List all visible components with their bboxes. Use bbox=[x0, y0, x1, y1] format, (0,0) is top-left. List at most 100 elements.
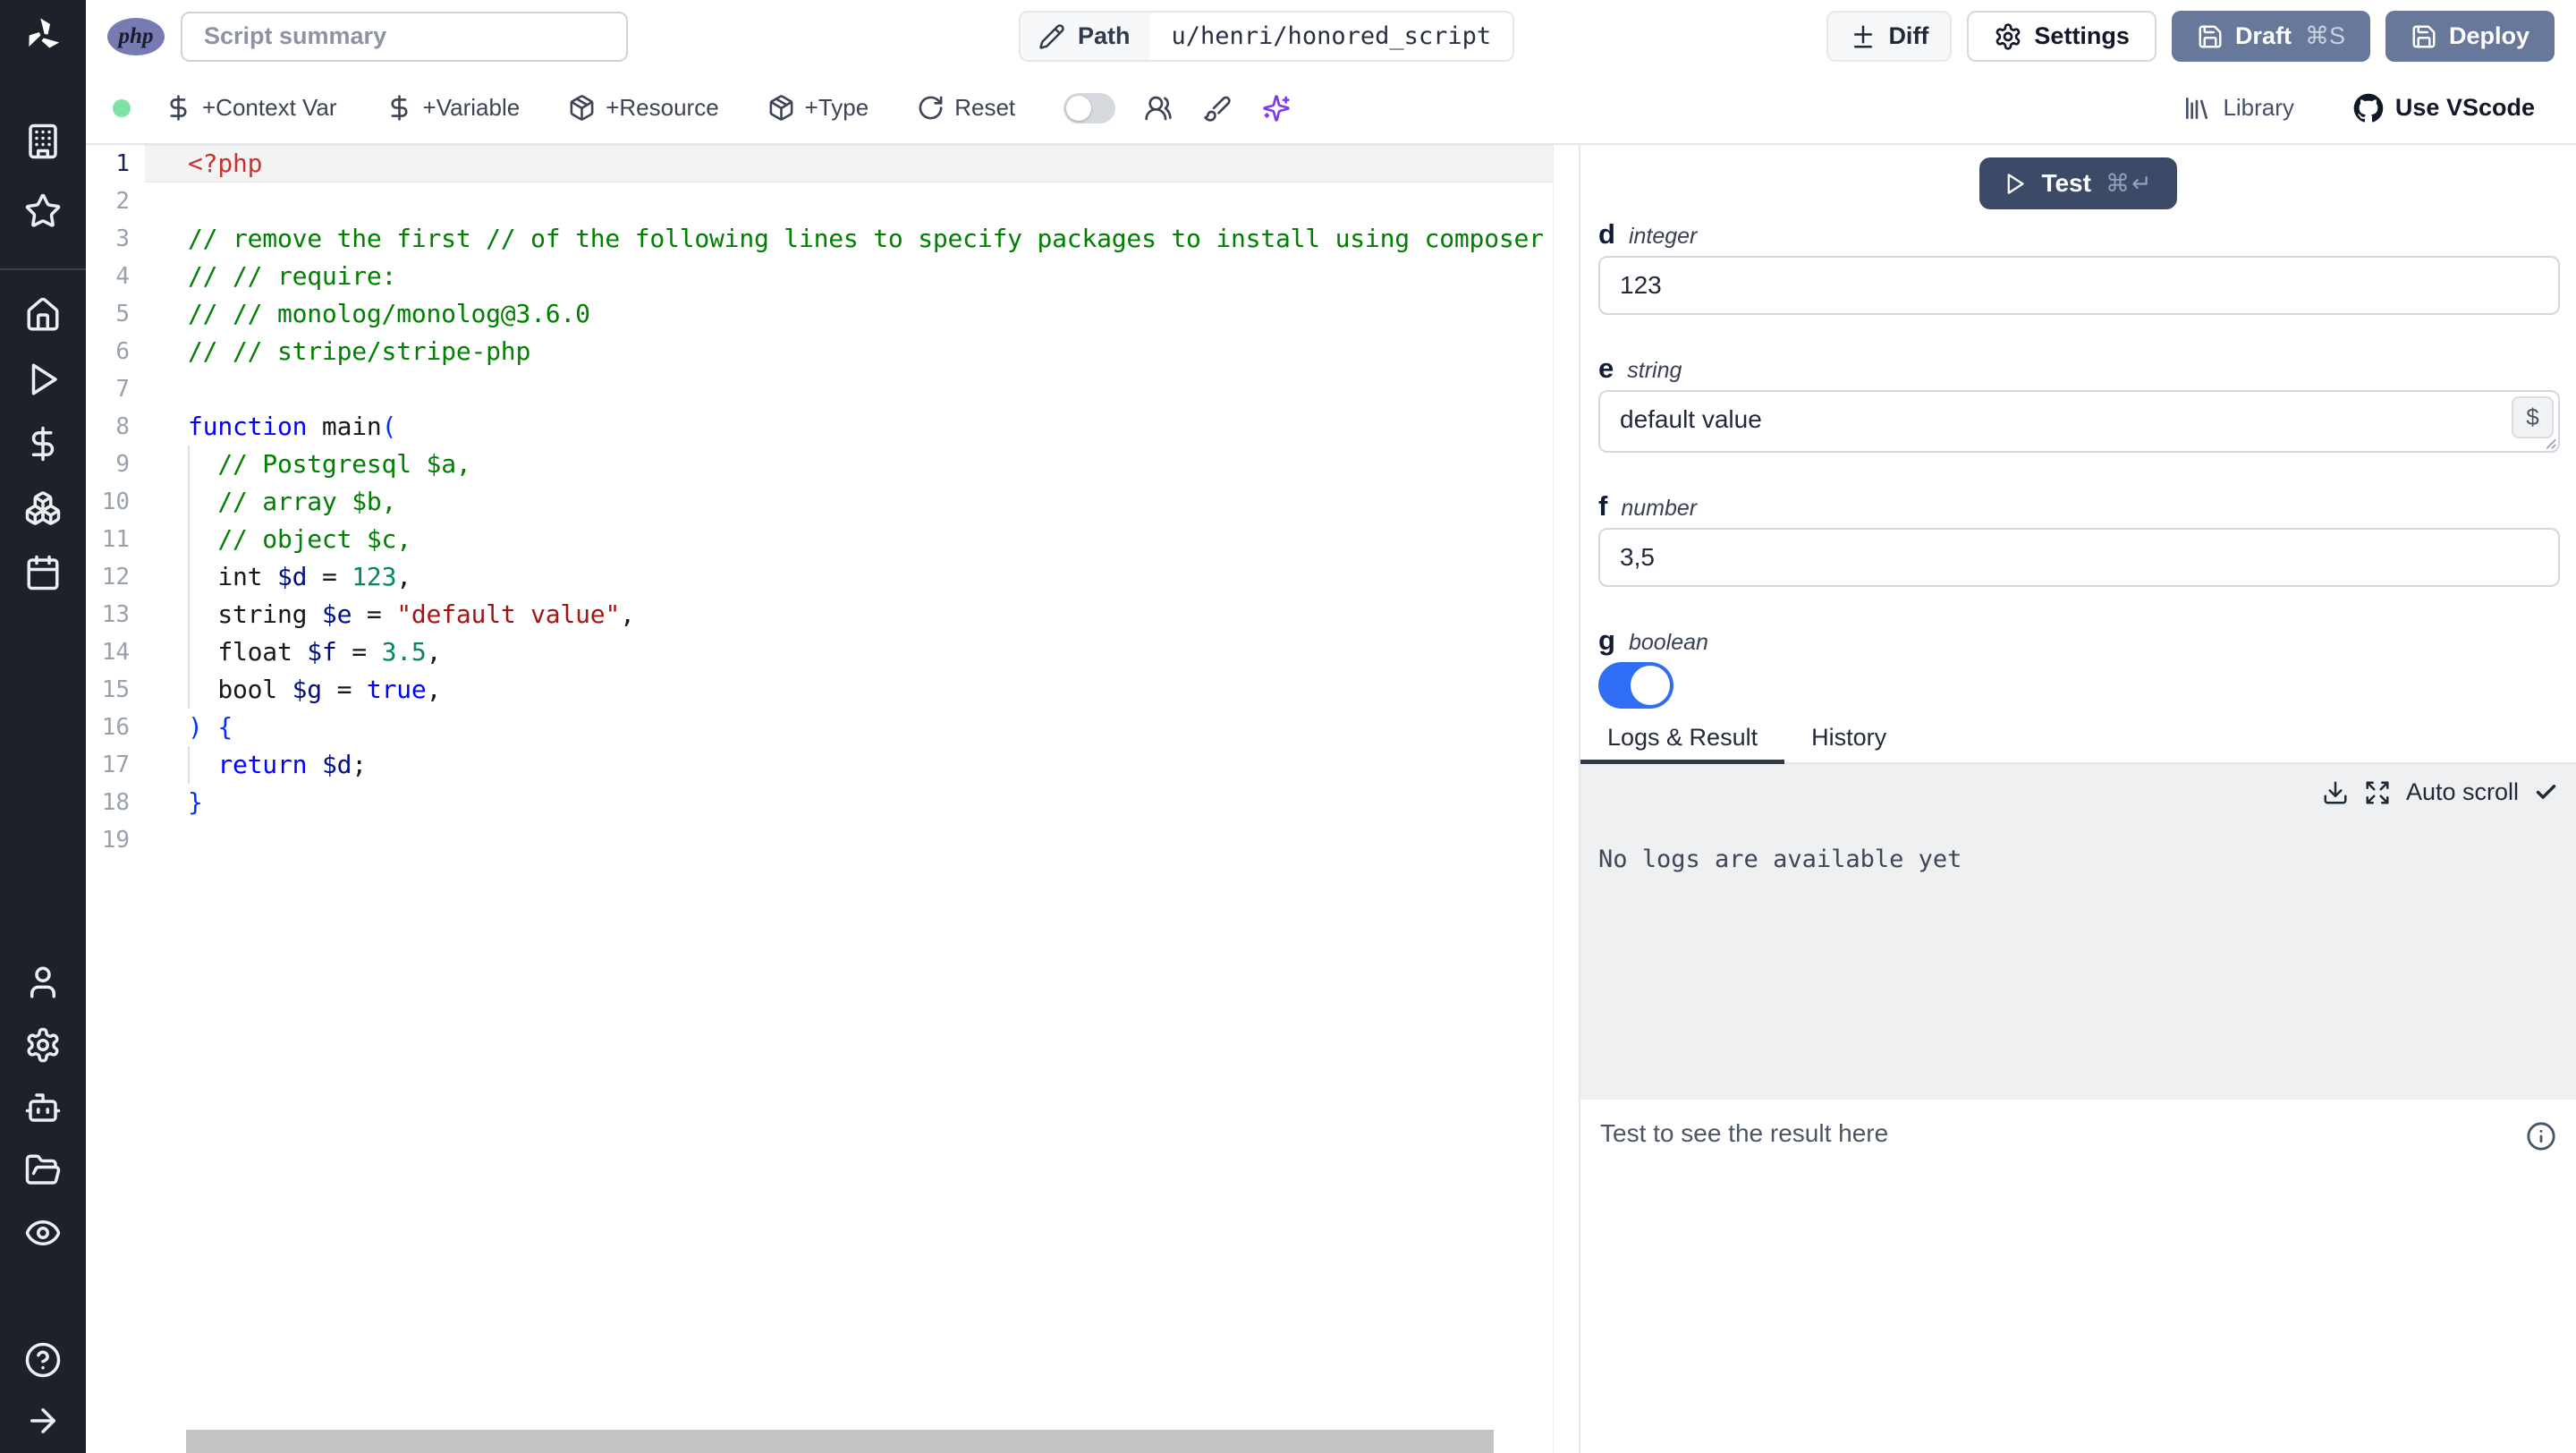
code-line-17[interactable]: 17 return $d; bbox=[86, 746, 1553, 784]
arrow-right-icon bbox=[30, 1408, 55, 1433]
toolbar-use-vscode-button[interactable]: Use VScode bbox=[2353, 93, 2535, 123]
info-icon[interactable] bbox=[2526, 1121, 2556, 1151]
code-line-2[interactable]: 2 bbox=[86, 183, 1553, 220]
code-line-5[interactable]: 5 // // monolog/monolog@3.6.0 bbox=[86, 295, 1553, 333]
d-input[interactable] bbox=[1598, 256, 2560, 315]
horizontal-scrollbar[interactable] bbox=[186, 1430, 1494, 1453]
code-line-8[interactable]: 8 function main( bbox=[86, 408, 1553, 446]
line-content: } bbox=[188, 784, 203, 821]
path-editor[interactable]: Path u/henri/honored_script bbox=[1019, 11, 1515, 62]
code-editor[interactable]: 1 <?php 2 3 // remove the first // of the fo… bbox=[86, 145, 1554, 1453]
sidebar-group-main bbox=[21, 293, 64, 594]
sidebar-item-home[interactable] bbox=[21, 293, 64, 336]
calendar-icon bbox=[27, 555, 59, 591]
sidebar-item-arrow-right[interactable] bbox=[21, 1399, 64, 1442]
toolbar-paintbrush-button[interactable] bbox=[1198, 89, 1237, 128]
save-icon-slot bbox=[2411, 23, 2437, 50]
check-icon[interactable] bbox=[2534, 780, 2558, 804]
sidebar-item-user[interactable] bbox=[21, 961, 64, 1004]
line-content: bool $g = true, bbox=[188, 671, 441, 709]
sidebar-item-building[interactable] bbox=[21, 120, 64, 163]
token-comment: // remove the first // of the following … bbox=[188, 224, 1544, 253]
download-icon[interactable] bbox=[2322, 779, 2349, 806]
auto-scroll-label[interactable]: Auto scroll bbox=[2406, 778, 2519, 806]
code-line-3[interactable]: 3 // remove the first // of the following… bbox=[86, 220, 1553, 258]
code-line-15[interactable]: 15 bool $g = true, bbox=[86, 671, 1553, 709]
diff-mode-toggle[interactable] bbox=[1063, 92, 1116, 123]
sidebar-item-folder-open[interactable] bbox=[21, 1149, 64, 1192]
code-line-1[interactable]: 1 <?php bbox=[86, 145, 1553, 183]
code-line-19[interactable]: 19 bbox=[86, 821, 1553, 859]
token-number: 123 bbox=[352, 562, 397, 591]
expand-icon[interactable] bbox=[2364, 779, 2391, 806]
toolbar-item-label: +Type bbox=[804, 94, 869, 121]
code-line-12[interactable]: 12 int $d = 123, bbox=[86, 558, 1553, 596]
sidebar-item-eye[interactable] bbox=[21, 1211, 64, 1254]
path-label-section: Path bbox=[1021, 13, 1150, 60]
toggle-knob bbox=[1066, 95, 1092, 121]
users-icon bbox=[1145, 96, 1172, 120]
gear-icon-slot bbox=[1994, 22, 2022, 51]
insert-variable-button[interactable]: $ bbox=[2512, 396, 2554, 438]
tab-logs-result[interactable]: Logs & Result bbox=[1580, 712, 1785, 764]
code-line-11[interactable]: 11 // object $c, bbox=[86, 521, 1553, 558]
sidebar-item-dollar[interactable] bbox=[21, 422, 64, 465]
line-number: 17 bbox=[101, 752, 130, 778]
toolbar-variable-button[interactable]: +Variable bbox=[386, 94, 520, 122]
toolbar-reset-button[interactable]: Reset bbox=[917, 94, 1015, 122]
pencil-icon-slot bbox=[1038, 23, 1065, 50]
settings-button[interactable]: Settings bbox=[1967, 11, 2157, 62]
field-g: g boolean bbox=[1598, 625, 2560, 709]
windmill-logo[interactable] bbox=[20, 13, 66, 59]
test-button[interactable]: Test ⌘↵ bbox=[1979, 157, 2177, 209]
e-textarea[interactable] bbox=[1598, 390, 2560, 453]
token-plain: , bbox=[426, 675, 442, 704]
sidebar-item-star[interactable] bbox=[21, 190, 64, 233]
code-line-14[interactable]: 14 float $f = 3.5, bbox=[86, 633, 1553, 671]
deploy-button[interactable]: Deploy bbox=[2385, 11, 2555, 62]
line-number: 5 bbox=[115, 301, 130, 327]
settings-button-label: Settings bbox=[2034, 22, 2130, 49]
code-line-18[interactable]: 18} bbox=[86, 784, 1553, 821]
f-input[interactable] bbox=[1598, 528, 2560, 587]
script-summary-input[interactable] bbox=[181, 11, 628, 62]
code-line-6[interactable]: 6 // // stripe/stripe-php bbox=[86, 333, 1553, 370]
toolbar-contextvar-button[interactable]: +Context Var bbox=[165, 94, 337, 122]
toolbar-item-label: +Context Var bbox=[202, 94, 337, 121]
toolbar-sparkles-button[interactable] bbox=[1257, 89, 1296, 128]
resize-handle-icon[interactable] bbox=[2541, 434, 2557, 450]
sidebar-item-play[interactable] bbox=[21, 358, 64, 401]
sidebar-item-boxes[interactable] bbox=[21, 487, 64, 530]
test-shortcut: ⌘↵ bbox=[2105, 169, 2154, 197]
save-icon bbox=[2199, 25, 2222, 47]
code-line-13[interactable]: 13 string $e = "default value", bbox=[86, 596, 1553, 633]
field-label-row: f number bbox=[1598, 490, 2560, 522]
toolbar-type-button[interactable]: +Type bbox=[767, 94, 869, 122]
field-name: e bbox=[1598, 353, 1614, 384]
toolbar-library-button[interactable]: Library bbox=[2182, 94, 2294, 123]
sidebar-item-gear[interactable] bbox=[21, 1024, 64, 1066]
toolbar-resource-button[interactable]: +Resource bbox=[568, 94, 719, 122]
draft-button[interactable]: Draft ⌘S bbox=[2171, 11, 2370, 62]
code-line-9[interactable]: 9 // Postgresql $a, bbox=[86, 446, 1553, 483]
diff-button[interactable]: Diff bbox=[1826, 11, 1953, 62]
code-line-16[interactable]: 16) { bbox=[86, 709, 1553, 746]
sidebar-item-calendar[interactable] bbox=[21, 551, 64, 594]
code-line-10[interactable]: 10 // array $b, bbox=[86, 483, 1553, 521]
field-name: d bbox=[1598, 218, 1615, 250]
token-plain: = bbox=[307, 562, 352, 591]
sidebar-item-help[interactable] bbox=[21, 1338, 64, 1381]
code-line-4[interactable]: 4 // // require: bbox=[86, 258, 1553, 295]
toolbar-users-button[interactable] bbox=[1139, 89, 1178, 128]
g-toggle[interactable] bbox=[1598, 662, 1674, 709]
line-content: // array $b, bbox=[188, 483, 396, 521]
token-bracket: } bbox=[188, 787, 203, 817]
code-line-7[interactable]: 7 bbox=[86, 370, 1553, 408]
line-content: // // require: bbox=[188, 258, 396, 295]
sidebar-item-bot[interactable] bbox=[21, 1086, 64, 1129]
field-control bbox=[1598, 256, 2560, 315]
folder-open-icon bbox=[25, 1154, 61, 1185]
tab-history[interactable]: History bbox=[1784, 712, 1913, 762]
